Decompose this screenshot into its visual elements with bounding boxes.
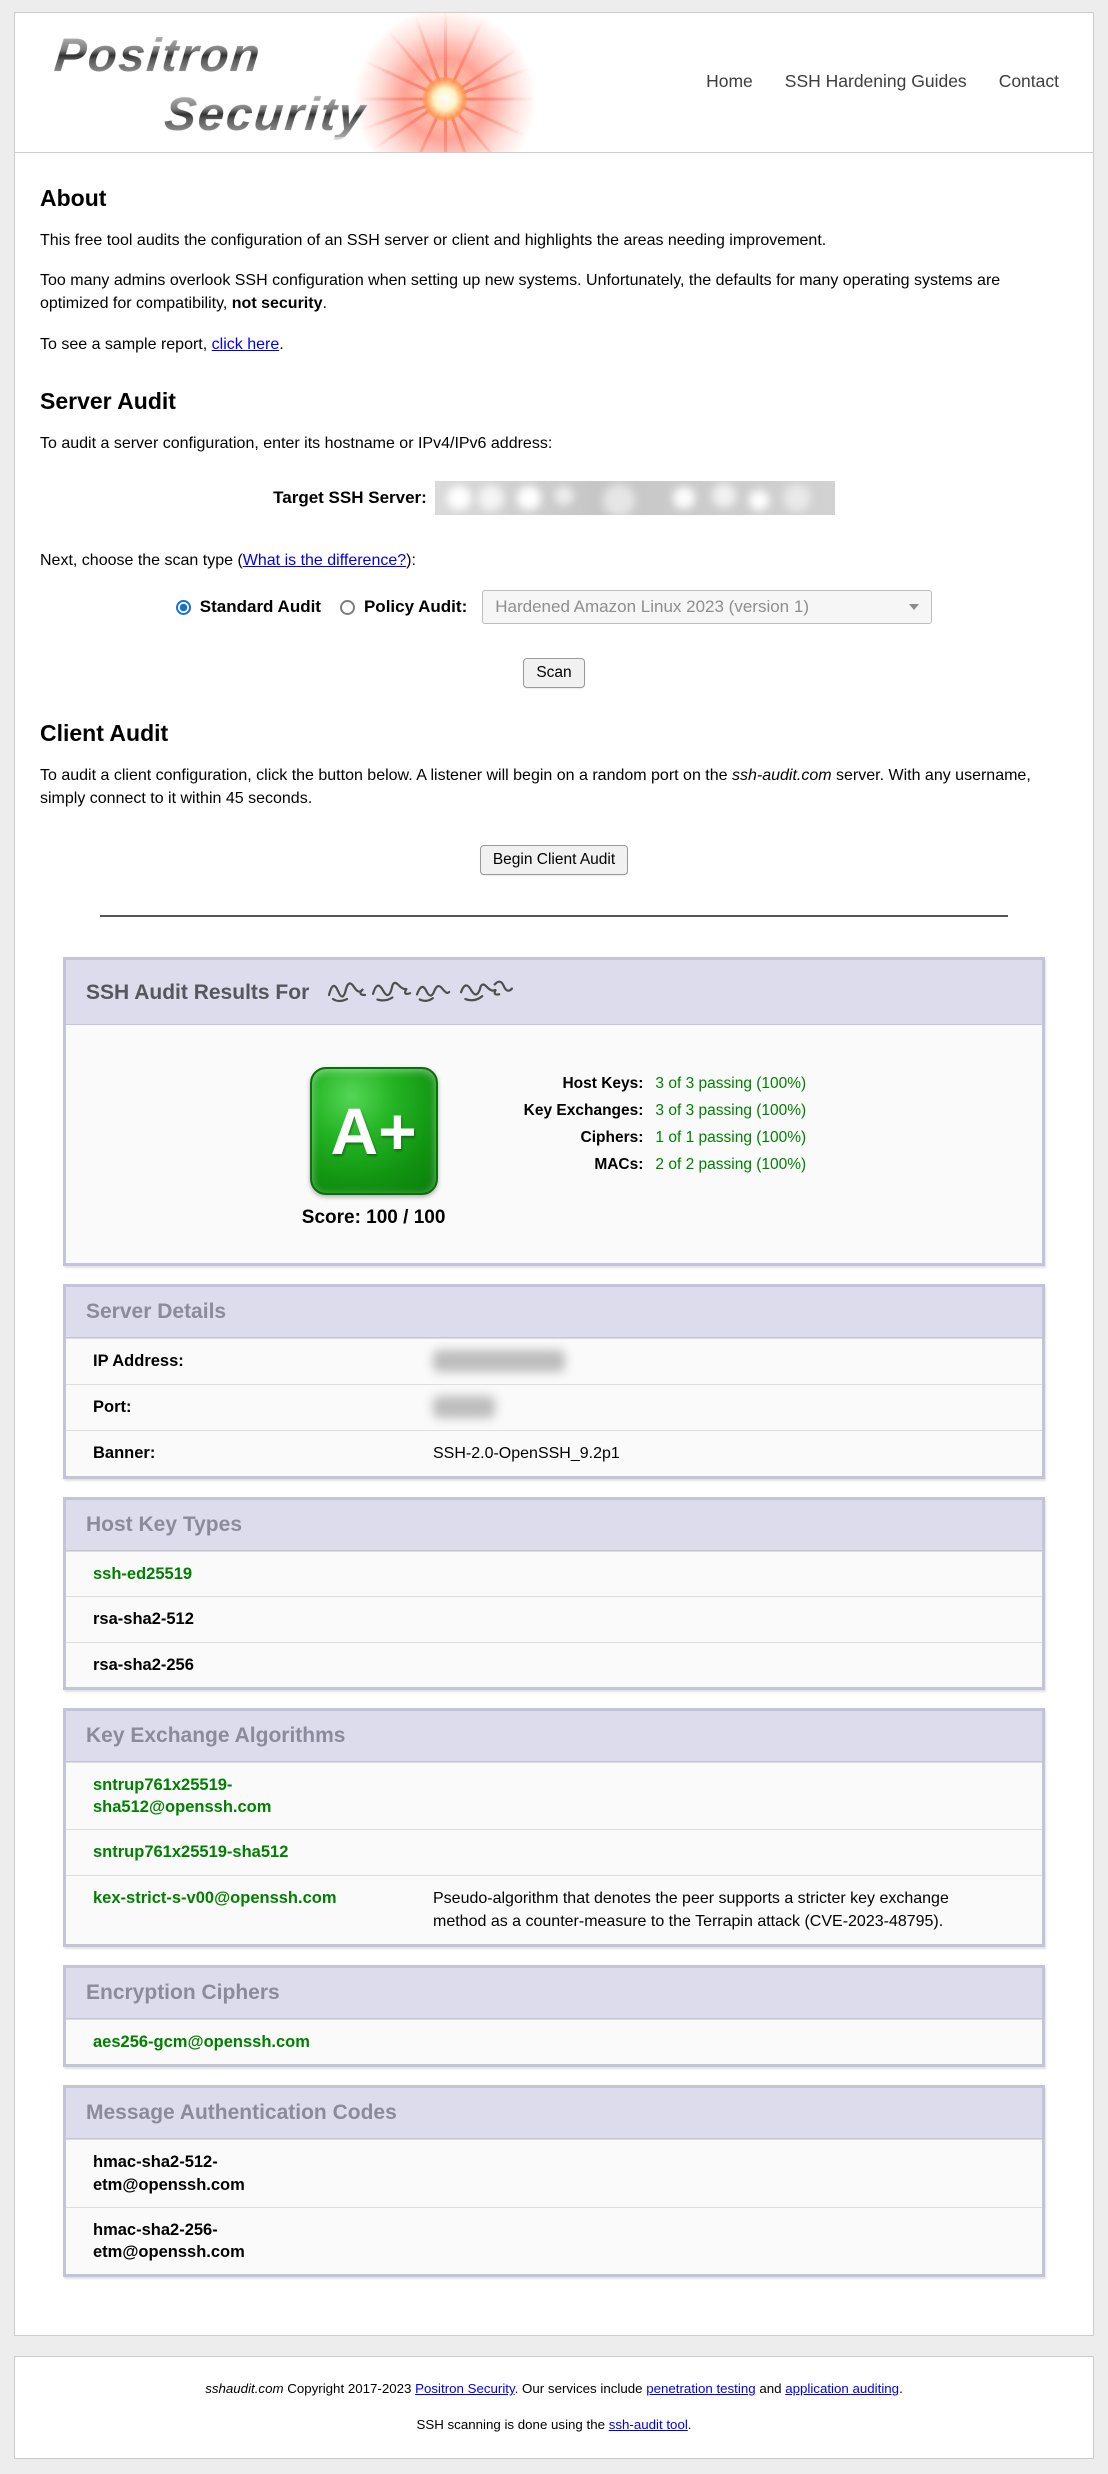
key-exchange-panel: Key Exchange Algorithms sntrup761x25519-… xyxy=(63,1708,1045,1947)
ssh-audit-com-italic: ssh-audit.com xyxy=(732,767,832,784)
logo-text-positron: Positron xyxy=(53,31,265,78)
table-row: kex-strict-s-v00@openssh.com Pseudo-algo… xyxy=(66,1875,1042,1944)
sample-report-link[interactable]: click here xyxy=(212,336,280,353)
host-key-types-header: Host Key Types xyxy=(66,1500,1042,1551)
ssh-audit-tool-link[interactable]: ssh-audit tool xyxy=(609,2417,688,2432)
table-row: rsa-sha2-256 xyxy=(66,1642,1042,1687)
score-text: Score: 100 / 100 xyxy=(302,1207,446,1229)
client-audit-heading: Client Audit xyxy=(40,720,1068,747)
stat-key-exchanges: Key Exchanges: 3 of 3 passing (100%) xyxy=(505,1102,806,1120)
table-row: rsa-sha2-512 xyxy=(66,1596,1042,1641)
scan-type-difference-link[interactable]: What is the difference? xyxy=(243,552,406,569)
server-details-header: Server Details xyxy=(66,1287,1042,1338)
policy-select-value: Hardened Amazon Linux 2023 (version 1) xyxy=(495,597,809,617)
macs-header: Message Authentication Codes xyxy=(66,2088,1042,2139)
scan-button[interactable]: Scan xyxy=(523,658,584,688)
nav-home[interactable]: Home xyxy=(706,71,753,92)
redacted-hostname-blur xyxy=(435,481,835,515)
sshaudit-com-italic: sshaudit.com xyxy=(205,2381,283,2396)
about-paragraph-1: This free tool audits the configuration … xyxy=(40,229,1068,252)
standard-audit-radio[interactable] xyxy=(176,600,191,615)
server-audit-intro: To audit a server configuration, enter i… xyxy=(40,432,1068,455)
kex-strict-note: Pseudo-algorithm that denotes the peer s… xyxy=(433,1887,998,1933)
section-divider xyxy=(100,915,1008,917)
stat-ciphers: Ciphers: 1 of 1 passing (100%) xyxy=(505,1129,806,1147)
grade-summary: A+ Score: 100 / 100 Host Keys: 3 of 3 pa… xyxy=(66,1025,1042,1263)
scan-type-line: Next, choose the scan type (What is the … xyxy=(40,549,1068,572)
encryption-ciphers-header: Encryption Ciphers xyxy=(66,1968,1042,2019)
target-server-row: Target SSH Server: xyxy=(40,481,1068,515)
grade-letter: A+ xyxy=(330,1098,416,1164)
ssh-audit-results-panel: SSH Audit Results For A+ Score: 100 / 10… xyxy=(63,957,1045,1266)
about-paragraph-2: Too many admins overlook SSH configurati… xyxy=(40,269,1068,315)
banner-value: SSH-2.0-OpenSSH_9.2p1 xyxy=(433,1442,620,1465)
table-row: ssh-ed25519 xyxy=(66,1551,1042,1596)
policy-select[interactable]: Hardened Amazon Linux 2023 (version 1) xyxy=(482,590,932,624)
grade-badge: A+ xyxy=(310,1067,438,1195)
client-audit-body: To audit a client configuration, click t… xyxy=(40,764,1068,810)
policy-audit-label[interactable]: Policy Audit: xyxy=(364,597,467,617)
positron-security-link[interactable]: Positron Security xyxy=(415,2381,515,2396)
encryption-ciphers-panel: Encryption Ciphers aes256-gcm@openssh.co… xyxy=(63,1965,1045,2067)
penetration-testing-link[interactable]: penetration testing xyxy=(646,2381,755,2396)
starburst-flare-icon xyxy=(355,13,535,153)
site-header: Positron Security Home SSH Hardening Gui… xyxy=(15,13,1093,153)
application-auditing-link[interactable]: application auditing xyxy=(785,2381,899,2396)
table-row: hmac-sha2-256-etm@openssh.com xyxy=(66,2207,1042,2275)
stat-macs: MACs: 2 of 2 passing (100%) xyxy=(505,1156,806,1174)
not-security-emphasis: not security xyxy=(232,295,323,312)
key-exchange-header: Key Exchange Algorithms xyxy=(66,1711,1042,1762)
scan-type-radio-row: Standard Audit Policy Audit: Hardened Am… xyxy=(40,590,1068,624)
about-heading: About xyxy=(40,185,1068,212)
begin-client-audit-button[interactable]: Begin Client Audit xyxy=(480,845,628,875)
nav-ssh-hardening-guides[interactable]: SSH Hardening Guides xyxy=(785,71,967,92)
table-row: Port: xyxy=(66,1384,1042,1430)
target-ssh-server-input[interactable] xyxy=(435,481,835,515)
table-row: aes256-gcm@openssh.com xyxy=(66,2019,1042,2064)
nav-contact[interactable]: Contact xyxy=(999,71,1059,92)
logo-text-security: Security xyxy=(163,90,369,137)
chevron-down-icon xyxy=(909,604,919,610)
ip-address-redacted xyxy=(433,1350,565,1373)
results-panel-header: SSH Audit Results For xyxy=(66,960,1042,1025)
site-footer: sshaudit.com Copyright 2017-2023 Positro… xyxy=(14,2356,1094,2459)
table-row: sntrup761x25519-sha512@openssh.com xyxy=(66,1762,1042,1830)
macs-panel: Message Authentication Codes hmac-sha2-5… xyxy=(63,2085,1045,2277)
table-row: Banner: SSH-2.0-OpenSSH_9.2p1 xyxy=(66,1430,1042,1476)
positron-security-logo: Positron Security xyxy=(55,31,575,151)
host-key-types-panel: Host Key Types ssh-ed25519 rsa-sha2-512 … xyxy=(63,1497,1045,1690)
about-paragraph-3: To see a sample report, click here. xyxy=(40,333,1068,356)
server-audit-heading: Server Audit xyxy=(40,388,1068,415)
main-content-card: Positron Security Home SSH Hardening Gui… xyxy=(14,12,1094,2336)
policy-audit-radio[interactable] xyxy=(340,600,355,615)
stat-host-keys: Host Keys: 3 of 3 passing (100%) xyxy=(505,1075,806,1093)
table-row: sntrup761x25519-sha512 xyxy=(66,1829,1042,1874)
port-redacted xyxy=(433,1396,495,1419)
redacted-hostname-scribble xyxy=(325,973,525,1011)
footer-line-2: SSH scanning is done using the ssh-audit… xyxy=(25,2417,1083,2432)
server-details-panel: Server Details IP Address: Port: Banner:… xyxy=(63,1284,1045,1480)
results-stats: Host Keys: 3 of 3 passing (100%) Key Exc… xyxy=(505,1067,806,1183)
footer-line-1: sshaudit.com Copyright 2017-2023 Positro… xyxy=(25,2381,1083,2396)
standard-audit-label[interactable]: Standard Audit xyxy=(200,597,321,617)
target-ssh-server-label: Target SSH Server: xyxy=(273,488,427,508)
main-nav: Home SSH Hardening Guides Contact xyxy=(706,71,1059,92)
table-row: hmac-sha2-512-etm@openssh.com xyxy=(66,2139,1042,2207)
table-row: IP Address: xyxy=(66,1338,1042,1384)
